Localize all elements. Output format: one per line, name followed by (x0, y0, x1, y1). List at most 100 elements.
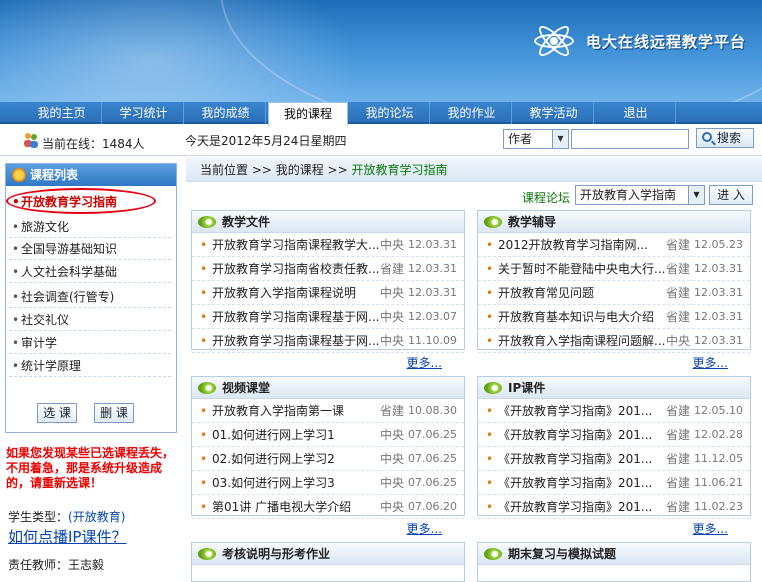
item-title[interactable]: 开放教育学习指南课程基于网... (212, 305, 382, 329)
item-title[interactable]: 开放教育常见问题 (498, 281, 668, 305)
tab-study-stats[interactable]: 学习统计 (104, 102, 184, 124)
list-item[interactable]: • 开放教育学习指南课程基于网... 中央 11.10.09 (192, 329, 464, 353)
item-title[interactable]: 第01讲 广播电视大学介绍 (212, 495, 382, 519)
item-source: 省建 (666, 238, 691, 252)
item-date: 12.02.28 (694, 428, 743, 441)
panel-title[interactable]: 视频课堂 (222, 381, 270, 395)
item-date: 11.12.05 (694, 452, 743, 465)
course-item[interactable]: • 人文社会科学基础 (9, 261, 171, 283)
list-item[interactable]: • 《开放教育学习指南》201... 省建 12.02.28 (478, 423, 750, 447)
panel-title[interactable]: 教学辅导 (508, 215, 556, 229)
more-link[interactable]: 更多... (693, 354, 728, 371)
breadcrumb: 当前位置 >> 我的课程 >> 开放教育学习指南 (186, 158, 762, 182)
course-item[interactable]: • 社交礼仪 (9, 309, 171, 331)
list-item[interactable]: • 02.如何进行网上学习2 中央 07.06.25 (192, 447, 464, 471)
item-title[interactable]: 02.如何进行网上学习2 (212, 447, 382, 471)
tab-forum[interactable]: 我的论坛 (350, 102, 430, 124)
course-item[interactable]: • 全国导游基础知识 (9, 238, 171, 260)
search-type-select[interactable]: 作者 ▼ (503, 129, 569, 149)
list-item[interactable]: • 开放教育基本知识与电大介绍 省建 12.03.31 (478, 305, 750, 329)
item-date: 11.06.21 (694, 476, 743, 489)
item-title[interactable]: 《开放教育学习指南》201... (498, 423, 668, 447)
list-item[interactable]: • 关于暂时不能登陆中央电大行... 省建 12.03.31 (478, 257, 750, 281)
item-title[interactable]: 《开放教育学习指南》201... (498, 447, 668, 471)
item-title[interactable]: 《开放教育学习指南》201... (498, 399, 668, 423)
item-title[interactable]: 开放教育基本知识与电大介绍 (498, 305, 668, 329)
tab-homework[interactable]: 我的作业 (432, 102, 512, 124)
item-title[interactable]: 《开放教育学习指南》201... (498, 495, 668, 519)
list-item[interactable]: • 开放教育入学指南第一课 省建 10.08.30 (192, 399, 464, 423)
course-list-icon (12, 168, 26, 182)
item-source: 中央 (666, 334, 691, 348)
more-link[interactable]: 更多... (407, 354, 442, 371)
delete-course-button[interactable]: 删 课 (94, 403, 134, 423)
item-title[interactable]: 2012开放教育学习指南网... (498, 233, 668, 257)
panel-title[interactable]: 考核说明与形考作业 (222, 547, 330, 561)
list-item[interactable]: • 01.如何进行网上学习1 中央 07.06.25 (192, 423, 464, 447)
item-source: 省建 (666, 452, 691, 466)
more-link[interactable]: 更多... (407, 520, 442, 537)
list-item[interactable]: • 2012开放教育学习指南网... 省建 12.05.23 (478, 233, 750, 257)
atom-logo-icon (532, 21, 576, 61)
panel-video-class: 视频课堂 • 开放教育入学指南第一课 省建 10.08.30 • 01.如何进行网上学习1 中… (191, 376, 465, 536)
forum-label: 课程论坛 (522, 191, 571, 205)
list-item[interactable]: • 开放教育学习指南课程教学大... 中央 12.03.31 (192, 233, 464, 257)
item-title[interactable]: 01.如何进行网上学习1 (212, 423, 382, 447)
panel-header: 教学文件 (192, 211, 464, 233)
panel-title[interactable]: 教学文件 (222, 215, 270, 229)
course-item[interactable]: • 审计学 (9, 332, 171, 354)
item-date: 12.05.10 (694, 404, 743, 417)
item-title[interactable]: 关于暂时不能登陆中央电大行... (498, 257, 668, 281)
list-item[interactable]: • 《开放教育学习指南》201... 省建 11.06.21 (478, 471, 750, 495)
list-item[interactable]: • 开放教育学习指南省校责任教... 省建 12.03.31 (192, 257, 464, 281)
panel-header: 视频课堂 (192, 377, 464, 399)
list-item[interactable]: • 开放教育常见问题 省建 12.03.31 (478, 281, 750, 305)
item-source: 省建 (666, 404, 691, 418)
forum-enter-button[interactable]: 进 入 (709, 185, 753, 205)
list-item[interactable]: • 开放教育入学指南课程问题解... 中央 12.03.31 (478, 329, 750, 353)
course-item[interactable]: • 社会调查(行管专) (9, 286, 171, 308)
list-item[interactable]: • 《开放教育学习指南》201... 省建 11.12.05 (478, 447, 750, 471)
panel-title[interactable]: 期末复习与模拟试题 (508, 547, 616, 561)
panel-final-review: 期末复习与模拟试题 (477, 542, 751, 582)
item-source: 省建 (666, 476, 691, 490)
item-title[interactable]: 开放教育入学指南课程说明 (212, 281, 382, 305)
warning-text: 如果您发现某些已选课程丢失，不用着急，那是系统升级造成的，请重新选课！ (6, 446, 175, 490)
item-source: 中央 (380, 310, 405, 324)
main-nav: 我的主页 学习统计 我的成绩 我的课程 我的论坛 我的作业 教学活动 退出 (0, 102, 762, 126)
item-title[interactable]: 开放教育入学指南第一课 (212, 399, 382, 423)
online-count: 当前在线：1484人 (42, 137, 145, 151)
search-input[interactable] (571, 129, 689, 149)
item-title[interactable]: 开放教育学习指南课程教学大... (212, 233, 382, 257)
list-item[interactable]: • 《开放教育学习指南》201... 省建 11.02.23 (478, 495, 750, 519)
tab-logout[interactable]: 退出 (596, 102, 676, 124)
forum-select[interactable]: 开放教育入学指南 ▼ (575, 185, 705, 205)
list-item[interactable]: • 03.如何进行网上学习3 中央 07.06.25 (192, 471, 464, 495)
panel-title[interactable]: IP课件 (508, 381, 545, 395)
item-title[interactable]: 开放教育学习指南课程基于网... (212, 329, 382, 353)
item-title[interactable]: 开放教育学习指南省校责任教... (212, 257, 382, 281)
list-item[interactable]: • 开放教育学习指南课程基于网... 中央 12.03.07 (192, 305, 464, 329)
list-item[interactable]: • 开放教育入学指南课程说明 中央 12.03.31 (192, 281, 464, 305)
panel-icon (198, 216, 216, 228)
item-title[interactable]: 《开放教育学习指南》201... (498, 471, 668, 495)
tab-home[interactable]: 我的主页 (22, 102, 102, 124)
item-title[interactable]: 03.如何进行网上学习3 (212, 471, 382, 495)
course-item[interactable]: • 统计学原理 (9, 355, 171, 377)
item-source: 中央 (380, 452, 405, 466)
tab-activities[interactable]: 教学活动 (514, 102, 594, 124)
ip-courseware-help-link[interactable]: 如何点播IP课件？ (8, 526, 126, 547)
tab-my-courses[interactable]: 我的课程 (268, 102, 348, 126)
search-button[interactable]: 搜索 (696, 128, 754, 148)
course-item[interactable]: • 旅游文化 (9, 216, 171, 238)
list-item[interactable]: • 第01讲 广播电视大学介绍 中央 07.06.20 (192, 495, 464, 519)
tab-grades[interactable]: 我的成绩 (186, 102, 266, 124)
item-date: 12.05.23 (694, 238, 743, 251)
more-link[interactable]: 更多... (693, 520, 728, 537)
list-item[interactable]: • 《开放教育学习指南》201... 省建 12.05.10 (478, 399, 750, 423)
student-type-link[interactable]: (开放教育) (68, 510, 125, 524)
select-course-button[interactable]: 选 课 (37, 403, 77, 423)
item-title[interactable]: 开放教育入学指南课程问题解... (498, 329, 668, 353)
item-date: 12.03.31 (694, 262, 743, 275)
item-source: 中央 (380, 428, 405, 442)
